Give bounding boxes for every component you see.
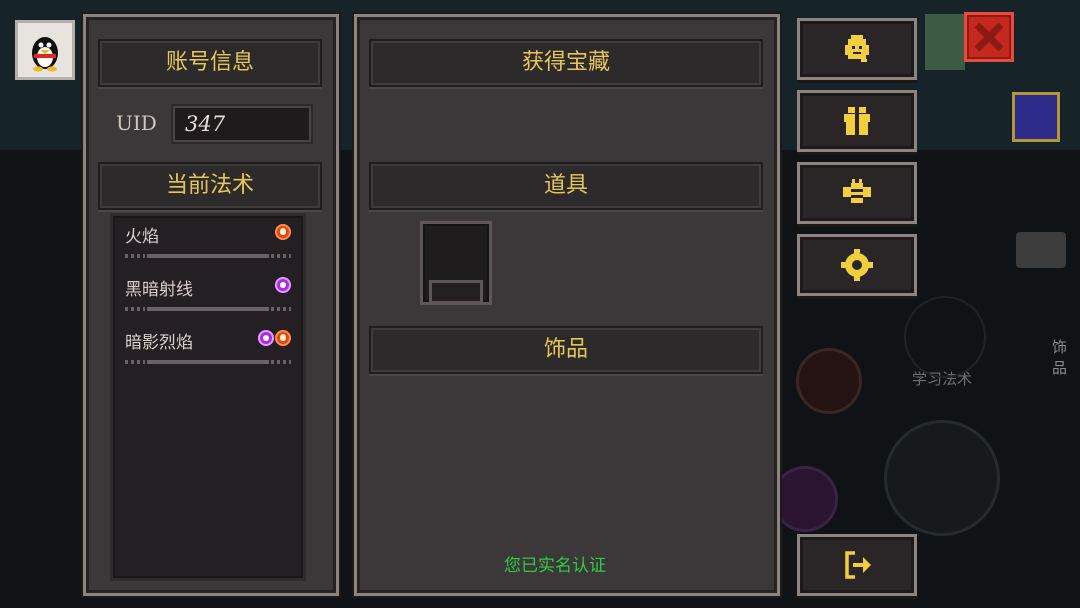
- spell-divider: [125, 360, 291, 364]
- spell-item[interactable]: 火焰: [125, 216, 291, 264]
- spell-divider: [125, 307, 291, 311]
- spell-name: 暗影烈焰: [125, 333, 193, 353]
- virtual-joystick[interactable]: [884, 420, 1000, 536]
- customer-service-button[interactable]: [797, 18, 917, 80]
- close-button[interactable]: [964, 12, 1014, 62]
- gear-icon: [841, 249, 873, 281]
- real-name-verified-text: 您已实名认证: [504, 556, 606, 576]
- skill-fire-button[interactable]: [796, 348, 862, 414]
- gift-icon: [844, 107, 870, 135]
- treasure-panel: 获得宝藏 道具 饰品 您已实名认证: [354, 14, 780, 596]
- close-x-icon: [974, 22, 1004, 52]
- dark-element-icon: [275, 277, 291, 293]
- spell-item[interactable]: 黑暗射线: [125, 269, 291, 317]
- fire-element-icon: [275, 330, 291, 346]
- spell-name: 黑暗射线: [125, 280, 193, 300]
- penguin-icon: [32, 37, 58, 72]
- hud-accessory-label: 饰品: [1052, 338, 1068, 377]
- spell-item[interactable]: 暗影烈焰: [125, 322, 291, 370]
- items-title: 道具: [543, 173, 588, 198]
- spell-name: 火焰: [125, 227, 159, 247]
- current-spell-header: 当前法术: [98, 162, 322, 210]
- accessories-header: 饰品: [369, 326, 763, 374]
- fire-element-icon: [275, 224, 291, 240]
- gift-box-icon: [1012, 92, 1060, 142]
- item-slot[interactable]: [420, 221, 492, 305]
- account-panel: 账号信息 UID 347 当前法术 火焰 黑暗射线 暗影烈焰: [83, 14, 339, 596]
- spell-list: 火焰 黑暗射线 暗影烈焰: [110, 213, 306, 581]
- treasure-title: 获得宝藏: [521, 50, 610, 75]
- dark-element-icon: [258, 330, 274, 346]
- uid-value: 347: [171, 104, 313, 144]
- spell-divider: [125, 254, 291, 258]
- qq-avatar[interactable]: [15, 20, 75, 80]
- treasure-header: 获得宝藏: [369, 39, 763, 87]
- account-info-title: 账号信息: [165, 50, 254, 75]
- gift-button[interactable]: [797, 90, 917, 152]
- current-spell-title: 当前法术: [165, 173, 254, 198]
- settings-button[interactable]: [797, 234, 917, 296]
- account-info-header: 账号信息: [98, 39, 322, 87]
- exit-button[interactable]: [797, 534, 917, 596]
- exit-icon: [845, 551, 871, 579]
- bee-button[interactable]: [797, 162, 917, 224]
- chat-bubble-icon: [1016, 232, 1066, 268]
- accessories-title: 饰品: [543, 337, 588, 362]
- learn-spell-ring: [904, 296, 986, 378]
- bee-icon: [843, 179, 871, 203]
- skill-dark-button[interactable]: [772, 466, 838, 532]
- headset-support-icon: [845, 35, 869, 62]
- uid-label: UID: [116, 111, 157, 135]
- items-header: 道具: [369, 162, 763, 210]
- item-slot-base: [429, 280, 483, 304]
